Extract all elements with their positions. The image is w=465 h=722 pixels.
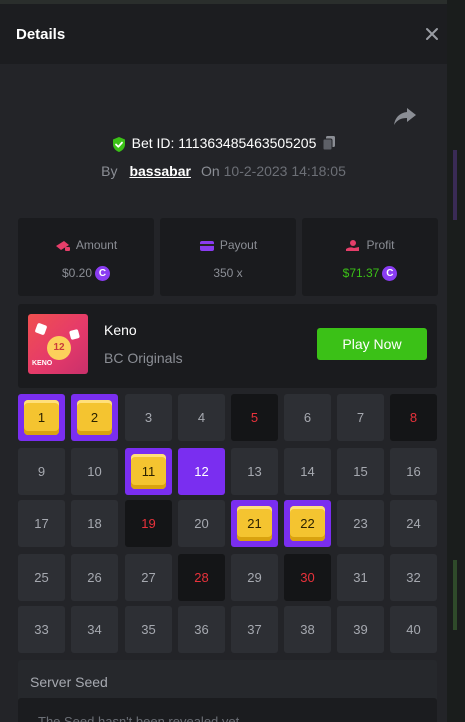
server-seed-label: Server Seed <box>30 674 108 690</box>
gem-icon: 22 <box>290 506 325 541</box>
keno-cell-39[interactable]: 39 <box>337 606 384 653</box>
keno-cell-11[interactable]: 11 <box>125 448 172 495</box>
profit-hand-icon <box>346 239 360 251</box>
bet-details-modal: Details Bet ID: 111363485463505205 By bas… <box>0 4 447 722</box>
bet-id-row: Bet ID: 111363485463505205 <box>0 135 447 157</box>
payout-stat: Payout 350 x <box>160 218 296 296</box>
close-icon <box>426 28 438 40</box>
server-seed-section: Server Seed The Seed hasn't been reveale… <box>18 660 437 722</box>
bet-meta-row: By bassabar On 10-2-2023 14:18:05 <box>0 163 447 183</box>
modal-header: Details <box>0 4 447 64</box>
dice-icon <box>34 322 48 336</box>
profit-label-row: Profit <box>302 238 438 253</box>
keno-cell-14[interactable]: 14 <box>284 448 331 495</box>
gem-icon: 1 <box>24 400 59 435</box>
profit-value-row: $71.37 C <box>302 266 438 282</box>
keno-cell-20[interactable]: 20 <box>178 500 225 547</box>
game-provider: BC Originals <box>104 350 183 366</box>
amount-value: $0.20 <box>61 266 93 280</box>
payout-value: 350 x <box>213 266 243 280</box>
keno-cell-33[interactable]: 33 <box>18 606 65 653</box>
game-card: 12 KENO Keno BC Originals Play Now <box>18 304 437 388</box>
copy-button[interactable] <box>322 135 336 154</box>
game-name: Keno <box>104 322 137 338</box>
keno-cell-35[interactable]: 35 <box>125 606 172 653</box>
keno-cell-38[interactable]: 38 <box>284 606 331 653</box>
keno-cell-36[interactable]: 36 <box>178 606 225 653</box>
amount-icon <box>55 240 70 251</box>
keno-cell-2[interactable]: 2 <box>71 394 118 441</box>
keno-cell-31[interactable]: 31 <box>337 554 384 601</box>
amount-stat: Amount $0.20 C <box>18 218 154 296</box>
keno-cell-25[interactable]: 25 <box>18 554 65 601</box>
keno-cell-6[interactable]: 6 <box>284 394 331 441</box>
modal-title: Details <box>16 26 66 43</box>
keno-cell-34[interactable]: 34 <box>71 606 118 653</box>
wallet-icon <box>199 240 214 251</box>
share-button[interactable] <box>392 104 418 128</box>
keno-cell-9[interactable]: 9 <box>18 448 65 495</box>
keno-cell-16[interactable]: 16 <box>390 448 437 495</box>
keno-cell-3[interactable]: 3 <box>125 394 172 441</box>
keno-cell-40[interactable]: 40 <box>390 606 437 653</box>
background-stripe <box>453 150 457 220</box>
copy-icon <box>322 136 336 151</box>
keno-cell-15[interactable]: 15 <box>337 448 384 495</box>
keno-cell-29[interactable]: 29 <box>231 554 278 601</box>
keno-cell-27[interactable]: 27 <box>125 554 172 601</box>
keno-cell-37[interactable]: 37 <box>231 606 278 653</box>
amount-label: Amount <box>75 238 118 252</box>
keno-cell-8[interactable]: 8 <box>390 394 437 441</box>
keno-cell-18[interactable]: 18 <box>71 500 118 547</box>
username-link[interactable]: bassabar <box>129 163 190 179</box>
gem-icon: 2 <box>77 400 112 435</box>
keno-cell-1[interactable]: 1 <box>18 394 65 441</box>
gem-icon: 21 <box>237 506 272 541</box>
keno-ball-icon: 12 <box>47 336 71 360</box>
keno-cell-17[interactable]: 17 <box>18 500 65 547</box>
amount-label-row: Amount <box>18 238 154 253</box>
profit-stat: Profit $71.37 C <box>302 218 438 296</box>
server-seed-value: The Seed hasn't been revealed yet <box>38 714 240 722</box>
keno-cell-13[interactable]: 13 <box>231 448 278 495</box>
coin-icon: C <box>95 266 111 282</box>
close-button[interactable] <box>420 22 444 46</box>
amount-value-row: $0.20 C <box>18 266 154 282</box>
profit-value: $71.37 <box>342 266 380 280</box>
keno-cell-26[interactable]: 26 <box>71 554 118 601</box>
keno-cell-7[interactable]: 7 <box>337 394 384 441</box>
profit-label: Profit <box>366 238 395 252</box>
coin-icon: C <box>382 266 398 282</box>
keno-cell-30[interactable]: 30 <box>284 554 331 601</box>
keno-cell-21[interactable]: 21 <box>231 500 278 547</box>
payout-label-row: Payout <box>160 238 296 253</box>
keno-cell-28[interactable]: 28 <box>178 554 225 601</box>
keno-cell-10[interactable]: 10 <box>71 448 118 495</box>
background-page-edge <box>447 0 465 722</box>
keno-cell-24[interactable]: 24 <box>390 500 437 547</box>
background-stripe <box>453 560 457 630</box>
gem-icon: 11 <box>131 454 166 489</box>
on-label: On <box>200 163 220 179</box>
keno-cell-12[interactable]: 12 <box>178 448 225 495</box>
bet-timestamp: 10-2-2023 14:18:05 <box>223 163 346 179</box>
keno-cell-19[interactable]: 19 <box>125 500 172 547</box>
share-icon <box>394 108 416 125</box>
keno-cell-5[interactable]: 5 <box>231 394 278 441</box>
keno-cell-23[interactable]: 23 <box>337 500 384 547</box>
shield-check-icon <box>112 137 125 152</box>
play-now-button[interactable]: Play Now <box>317 328 427 360</box>
keno-cell-22[interactable]: 22 <box>284 500 331 547</box>
keno-cell-32[interactable]: 32 <box>390 554 437 601</box>
dice-icon <box>68 328 81 341</box>
keno-cell-4[interactable]: 4 <box>178 394 225 441</box>
bet-id: Bet ID: 111363485463505205 <box>131 135 317 152</box>
keno-thumbnail-label: KENO <box>32 360 53 367</box>
payout-label: Payout <box>219 238 258 252</box>
server-seed-field: The Seed hasn't been revealed yet <box>18 698 437 722</box>
keno-thumbnail[interactable]: 12 KENO <box>28 314 88 374</box>
by-label: By <box>101 163 118 179</box>
